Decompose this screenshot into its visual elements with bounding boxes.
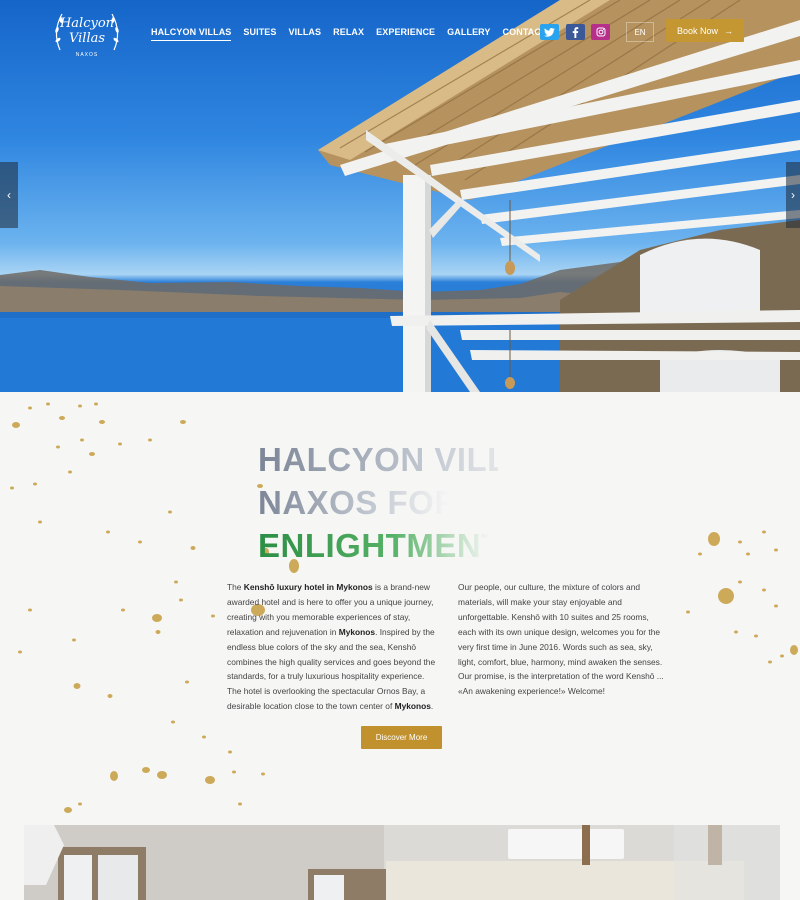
about-title-line1: HALCYON VILLAS <box>258 438 498 481</box>
chevron-right-icon: › <box>791 188 795 202</box>
nav-item-relax[interactable]: RELAX <box>333 27 364 41</box>
book-now-label: Book Now <box>676 25 719 36</box>
hero-slider: Halcyon Villas NAXOS HALCYON VILLAS SUIT… <box>0 0 800 392</box>
about-text-right: Our people, our culture, the mixture of … <box>458 582 664 697</box>
instagram-icon[interactable] <box>591 24 610 40</box>
nav-item-gallery[interactable]: GALLERY <box>447 27 490 41</box>
room-preview-image <box>24 825 780 900</box>
about-title-line3: ENLIGHTMENT <box>258 524 498 567</box>
about-text-left: The Kenshō luxury hotel in Mykonos is a … <box>227 582 436 712</box>
nav-item-suites[interactable]: SUITES <box>243 27 276 41</box>
twitter-icon[interactable] <box>540 24 559 40</box>
language-selector[interactable]: EN <box>626 22 654 42</box>
logo-line2: Villas <box>68 31 106 46</box>
chevron-left-icon: ‹ <box>7 188 11 202</box>
arrow-right-icon: → <box>724 25 734 36</box>
main-nav: HALCYON VILLAS SUITES VILLAS RELAX EXPER… <box>151 27 547 41</box>
facebook-icon[interactable] <box>566 24 585 40</box>
about-title-line2: NAXOS FOR <box>258 484 459 521</box>
logo-line3: NAXOS <box>75 52 99 58</box>
book-now-button[interactable]: Book Now → <box>666 19 744 42</box>
logo[interactable]: Halcyon Villas NAXOS <box>50 2 124 64</box>
nav-item-halcyon-villas[interactable]: HALCYON VILLAS <box>151 27 232 41</box>
discover-more-button[interactable]: Discover More <box>361 726 442 749</box>
nav-item-experience[interactable]: EXPERIENCE <box>376 27 435 41</box>
slider-prev-button[interactable]: ‹ <box>0 162 18 228</box>
nav-item-villas[interactable]: VILLAS <box>289 27 322 41</box>
slider-next-button[interactable]: › <box>786 162 800 228</box>
logo-line1: Halcyon <box>59 16 115 31</box>
